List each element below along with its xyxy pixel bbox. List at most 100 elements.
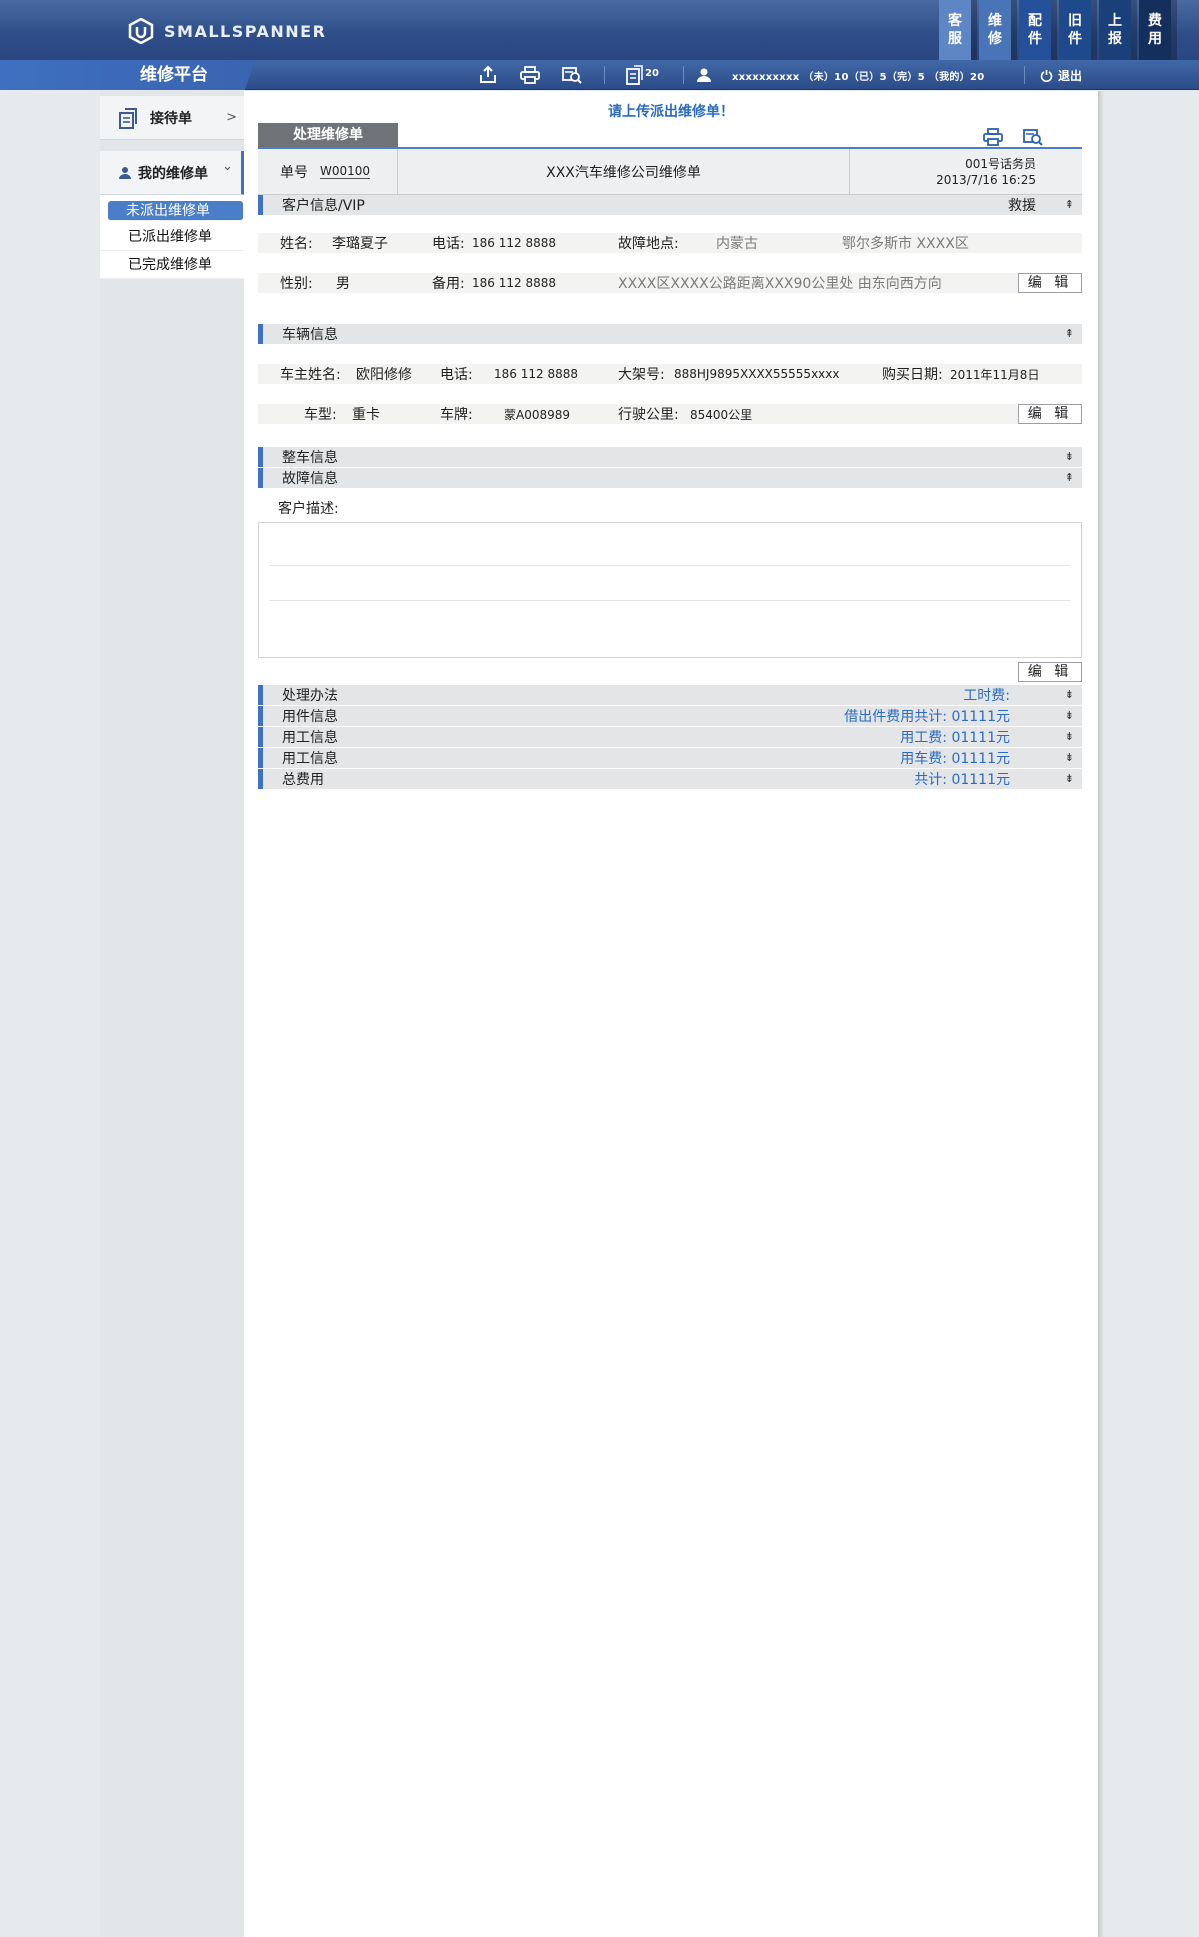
collapse-icon[interactable]: ⇞	[1065, 328, 1074, 339]
vehicle-row-1: 车主姓名: 欧阳修修 电话: 186 112 8888 大架号: 888HJ98…	[258, 364, 1082, 384]
vehicle-fee: 用车费: 01111元	[900, 751, 1010, 767]
rescue-label: 救援	[1008, 198, 1036, 214]
clipboard-icon	[119, 107, 137, 129]
fault-location-province: 内蒙古	[716, 236, 758, 252]
section-label: 用件信息	[282, 709, 338, 725]
sidebar-item-my-orders[interactable]: 我的维修单 ⌄	[100, 151, 245, 195]
section-fault-info[interactable]: 故障信息 ⇞	[258, 468, 1082, 488]
field-label: 性别:	[280, 276, 313, 292]
order-number: 单号 W00100	[258, 149, 398, 194]
tab-label: 上报	[1108, 12, 1122, 48]
app-header: SMALLSPANNER 客服 维修 配件 旧件 上报 费用	[0, 0, 1199, 60]
logo: SMALLSPANNER	[128, 18, 326, 44]
tab-label: 配件	[1028, 12, 1042, 48]
tab-label: 维修	[988, 12, 1002, 48]
section-total-fee[interactable]: 总费用 共计: 01111元 ⇟	[258, 769, 1082, 789]
total-fee: 共计: 01111元	[914, 772, 1010, 788]
tab-fees[interactable]: 费用	[1139, 0, 1177, 60]
field-label: 故障地点:	[618, 236, 679, 252]
owner-name: 欧阳修修	[356, 367, 412, 383]
tab-repair[interactable]: 维修	[979, 0, 1017, 60]
tab-label-char: 件	[1068, 31, 1082, 47]
tab-label-char: 费	[1148, 13, 1162, 29]
edit-vehicle-button[interactable]: 编 辑	[1018, 404, 1082, 424]
tab-parts[interactable]: 配件	[1019, 0, 1057, 60]
edit-fault-button[interactable]: 编 辑	[1018, 662, 1082, 682]
print-preview-icon[interactable]	[1022, 127, 1044, 147]
collapse-icon[interactable]: ⇞	[1065, 472, 1074, 483]
expand-icon[interactable]: ⇟	[1065, 731, 1074, 742]
order-number-value: W00100	[320, 164, 371, 179]
fault-location-city: 鄂尔多斯市 XXXX区	[842, 236, 969, 252]
expand-icon[interactable]: ⇟	[1065, 773, 1074, 784]
toolbar-separator	[604, 66, 605, 84]
print-icon[interactable]	[519, 65, 541, 85]
section-whole-vehicle[interactable]: 整车信息 ⇟	[258, 447, 1082, 467]
fault-address-detail: XXXX区XXXX公路距离XXX90公里处 由东向西方向	[618, 276, 942, 292]
tab-label: 旧件	[1068, 12, 1082, 48]
toolbar-separator	[1024, 66, 1025, 84]
collapse-icon[interactable]: ⇞	[1065, 199, 1074, 210]
print-preview-icon[interactable]	[561, 65, 583, 85]
section-label: 故障信息	[282, 471, 338, 487]
sidebar-submenu: 未派出维修单 已派出维修单 已完成维修单	[100, 195, 245, 279]
document-list-icon[interactable]	[624, 65, 646, 85]
user-icon	[119, 166, 131, 179]
tab-report[interactable]: 上报	[1099, 0, 1137, 60]
print-icon[interactable]	[982, 127, 1004, 147]
power-icon	[1040, 70, 1053, 82]
platform-title: 维修平台	[0, 60, 255, 90]
fault-edit-row: 编 辑	[258, 662, 1082, 682]
mileage: 85400公里	[690, 407, 753, 422]
expand-icon[interactable]: ⇟	[1065, 451, 1074, 462]
sidebar-item-label: 接待单	[150, 110, 192, 127]
textarea-line	[269, 566, 1071, 601]
labor-fee: 用工费: 01111元	[900, 730, 1010, 746]
notice-message: 请上传派出维修单！	[608, 104, 734, 120]
vehicle-row-2: 车型: 重卡 车牌: 蒙A008989 行驶公里: 85400公里 编 辑	[258, 404, 1082, 424]
tab-customer-service[interactable]: 客服	[939, 0, 977, 60]
order-meta: 001号话务员 2013/7/16 16:25	[850, 149, 1082, 194]
field-label: 姓名:	[280, 236, 313, 252]
expand-icon[interactable]: ⇟	[1065, 710, 1074, 721]
tab-label-char: 旧	[1068, 13, 1082, 29]
panel-shadow	[1098, 91, 1104, 1937]
section-vehicle-fee[interactable]: 用工信息 用车费: 01111元 ⇟	[258, 748, 1082, 768]
edit-customer-button[interactable]: 编 辑	[1018, 273, 1082, 293]
customer-description-textarea[interactable]	[258, 522, 1082, 658]
section-label: 客户信息/VIP	[282, 198, 365, 214]
sidebar-item-undispatched[interactable]: 未派出维修单	[108, 201, 243, 221]
expand-icon[interactable]: ⇟	[1065, 689, 1074, 700]
textarea-line	[269, 601, 1071, 636]
sidebar-item-reception[interactable]: 接待单 >	[100, 96, 245, 140]
tab-label-char: 修	[988, 31, 1002, 47]
section-labor-info[interactable]: 用工信息 用工费: 01111元 ⇟	[258, 727, 1082, 747]
tab-label-char: 报	[1108, 31, 1122, 47]
user-icon	[697, 68, 711, 82]
document-count: 20	[645, 68, 659, 79]
form-title[interactable]: 处理维修单	[258, 123, 398, 147]
vehicle-type: 重卡	[352, 407, 380, 423]
tab-old-parts[interactable]: 旧件	[1059, 0, 1097, 60]
expand-icon[interactable]: ⇟	[1065, 752, 1074, 763]
field-label: 电话:	[440, 367, 473, 383]
logout-button[interactable]: 退出	[1040, 67, 1082, 84]
customer-name: 李璐夏子	[332, 236, 388, 252]
section-parts-usage[interactable]: 用件信息 借出件费用共计: 01111元 ⇟	[258, 706, 1082, 726]
upload-icon[interactable]	[477, 65, 499, 85]
form-tab-bar: 处理维修单	[258, 123, 1082, 149]
tab-label-char: 服	[948, 31, 962, 47]
brand-name: SMALLSPANNER	[164, 21, 327, 41]
section-label: 用工信息	[282, 751, 338, 767]
section-handling-method[interactable]: 处理办法 工时费: ⇟	[258, 685, 1082, 705]
section-customer-info[interactable]: 客户信息/VIP 救援 ⇞	[258, 195, 1082, 215]
order-company-title: XXX汽车维修公司维修单	[398, 149, 850, 194]
repair-order-form: 处理维修单 单号 W00100 XXX汽车维修公司维修单 001号话务员 201…	[258, 123, 1082, 789]
chevron-down-icon: ⌄	[222, 159, 233, 174]
sidebar-item-dispatched[interactable]: 已派出维修单	[100, 223, 245, 251]
logout-label: 退出	[1058, 69, 1083, 83]
section-vehicle-info[interactable]: 车辆信息 ⇞	[258, 324, 1082, 344]
field-label: 车主姓名:	[280, 367, 341, 383]
sidebar-item-completed[interactable]: 已完成维修单	[100, 251, 245, 279]
order-datetime: 2013/7/16 16:25	[936, 172, 1036, 187]
